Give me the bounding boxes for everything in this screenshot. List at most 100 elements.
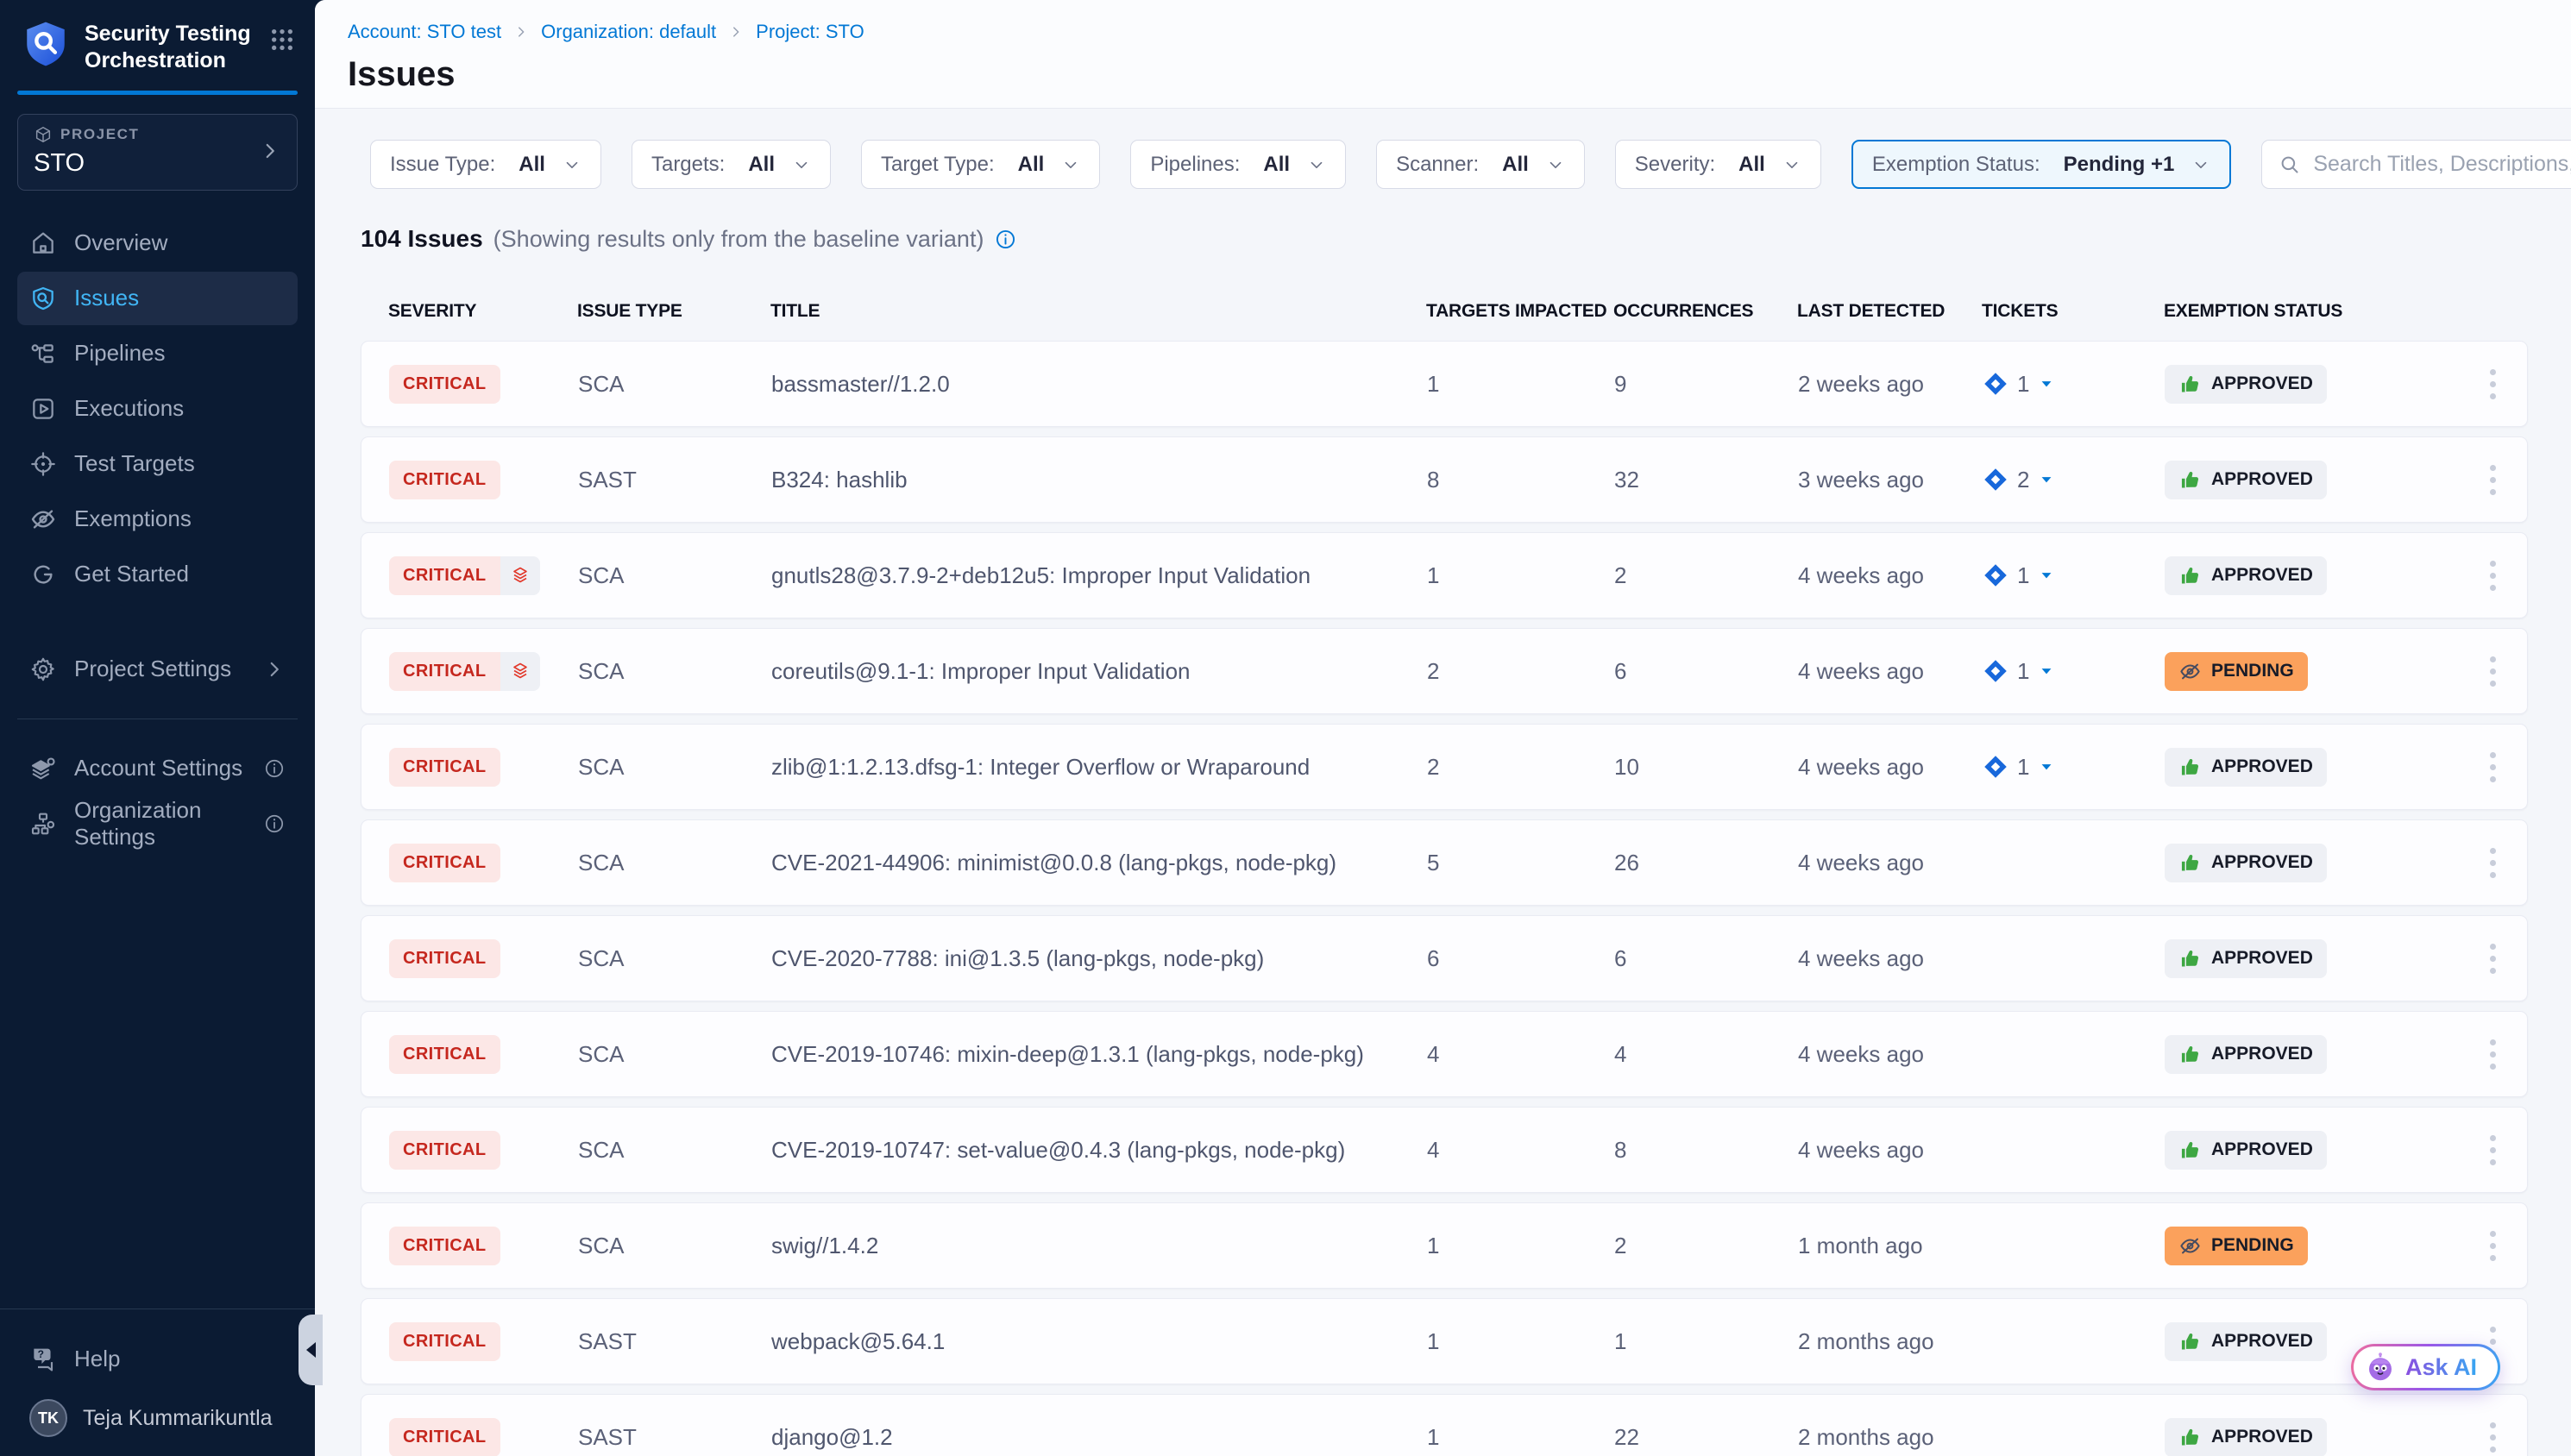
filter-exemption-status[interactable]: Exemption Status:Pending +1	[1851, 140, 2231, 189]
project-selector[interactable]: PROJECT STO	[17, 114, 298, 191]
severity-badge: CRITICAL	[389, 844, 500, 882]
severity-stack-icon	[500, 652, 540, 691]
issue-title[interactable]: CVE-2019-10746: mixin-deep@1.3.1 (lang-p…	[771, 1041, 1427, 1068]
table-row[interactable]: CRITICAL SAST webpack@5.64.1 1 1 2 month…	[361, 1298, 2528, 1384]
info-icon[interactable]	[994, 228, 1017, 251]
search-input[interactable]	[2313, 152, 2571, 177]
severity-label: CRITICAL	[389, 748, 500, 787]
org-icon	[29, 810, 57, 838]
issue-title[interactable]: django@1.2	[771, 1424, 1427, 1451]
module-grid-icon[interactable]	[268, 26, 296, 53]
ticket-caret-icon[interactable]	[2038, 662, 2055, 680]
table-row[interactable]: CRITICAL SCA gnutls28@3.7.9-2+deb12u5: I…	[361, 532, 2528, 618]
sidebar-item-overview[interactable]: Overview	[17, 217, 298, 270]
avatar: TK	[29, 1399, 67, 1437]
filter-value: All	[519, 153, 545, 177]
filter-severity[interactable]: Severity:All	[1615, 140, 1821, 189]
exemption-status-label: APPROVED	[2211, 1331, 2313, 1352]
exemption-status-label: APPROVED	[2211, 1044, 2313, 1064]
issue-title[interactable]: CVE-2020-7788: ini@1.3.5 (lang-pkgs, nod…	[771, 945, 1427, 972]
issue-type: SCA	[578, 1041, 771, 1068]
filter-pipelines[interactable]: Pipelines:All	[1130, 140, 1346, 189]
table-row[interactable]: CRITICAL SCA coreutils@9.1-1: Improper I…	[361, 628, 2528, 714]
row-menu-button[interactable]	[2483, 362, 2503, 406]
issue-title[interactable]: CVE-2021-44906: minimist@0.0.8 (lang-pkg…	[771, 850, 1427, 876]
severity-label: CRITICAL	[389, 1418, 500, 1456]
table-row[interactable]: CRITICAL SAST B324: hashlib 8 32 3 weeks…	[361, 436, 2528, 523]
sidebar-item-project-settings[interactable]: Project Settings	[17, 643, 298, 696]
breadcrumb-link[interactable]: Organization: default	[541, 21, 716, 43]
sidebar-item-test-targets[interactable]: Test Targets	[17, 437, 298, 491]
ask-ai-button[interactable]: Ask AI	[2351, 1344, 2500, 1390]
issue-title[interactable]: bassmaster//1.2.0	[771, 371, 1427, 398]
sidebar-item-exemptions[interactable]: Exemptions	[17, 493, 298, 546]
table-row[interactable]: CRITICAL SCA CVE-2019-10746: mixin-deep@…	[361, 1011, 2528, 1097]
row-menu-button[interactable]	[2483, 745, 2503, 789]
issue-title[interactable]: gnutls28@3.7.9-2+deb12u5: Improper Input…	[771, 562, 1427, 589]
row-menu-button[interactable]	[2483, 937, 2503, 981]
sidebar-item-executions[interactable]: Executions	[17, 382, 298, 436]
issue-title[interactable]: B324: hashlib	[771, 467, 1427, 493]
occurrences: 2	[1614, 1233, 1798, 1259]
table-row[interactable]: CRITICAL SCA zlib@1:1.2.13.dfsg-1: Integ…	[361, 724, 2528, 810]
table-row[interactable]: CRITICAL SCA CVE-2021-44906: minimist@0.…	[361, 819, 2528, 906]
sidebar-item-label: Get Started	[74, 561, 189, 587]
chevron-down-icon	[1782, 155, 1801, 174]
tickets-cell: 1	[1983, 371, 2165, 398]
filter-value: All	[748, 153, 775, 177]
filter-label: Pipelines:	[1150, 153, 1240, 177]
user-name: Teja Kummarikuntla	[83, 1406, 273, 1431]
ticket-caret-icon[interactable]	[2038, 375, 2055, 392]
sidebar-item-help[interactable]: ? Help	[17, 1332, 298, 1385]
table-row[interactable]: CRITICAL SCA CVE-2019-10747: set-value@0…	[361, 1107, 2528, 1193]
row-menu-button[interactable]	[2483, 1224, 2503, 1268]
breadcrumb-link[interactable]: Account: STO test	[348, 21, 501, 43]
issue-title[interactable]: coreutils@9.1-1: Improper Input Validati…	[771, 658, 1427, 685]
sidebar-item-label: Test Targets	[74, 450, 195, 477]
sidebar-item-issues[interactable]: Issues	[17, 272, 298, 325]
issue-title[interactable]: webpack@5.64.1	[771, 1328, 1427, 1355]
table-row[interactable]: CRITICAL SAST django@1.2 1 22 2 months a…	[361, 1394, 2528, 1456]
table-row[interactable]: CRITICAL SCA swig//1.4.2 1 2 1 month ago…	[361, 1202, 2528, 1289]
issues-summary: 104 Issues (Showing results only from th…	[361, 225, 2524, 253]
row-menu-button[interactable]	[2483, 650, 2503, 693]
sidebar-item-account-settings[interactable]: Account Settings	[17, 742, 298, 795]
search-box	[2261, 140, 2571, 189]
ticket-caret-icon[interactable]	[2038, 758, 2055, 775]
row-menu-button[interactable]	[2483, 458, 2503, 502]
issues-table: CRITICAL SCA bassmaster//1.2.0 1 9 2 wee…	[361, 341, 2528, 1456]
filter-targets[interactable]: Targets:All	[632, 140, 831, 189]
table-row[interactable]: CRITICAL SCA bassmaster//1.2.0 1 9 2 wee…	[361, 341, 2528, 427]
table-row[interactable]: CRITICAL SCA CVE-2020-7788: ini@1.3.5 (l…	[361, 915, 2528, 1001]
occurrences: 26	[1614, 850, 1798, 876]
filter-scanner[interactable]: Scanner:All	[1376, 140, 1585, 189]
column-header: ISSUE TYPE	[577, 301, 770, 322]
filter-target-type[interactable]: Target Type:All	[861, 140, 1100, 189]
sidebar-item-label: Exemptions	[74, 505, 192, 532]
chevron-down-icon	[1061, 155, 1080, 174]
row-menu-button[interactable]	[2483, 1032, 2503, 1076]
sidebar-item-organization-settings[interactable]: Organization Settings	[17, 797, 298, 850]
filter-label: Exemption Status:	[1872, 153, 2040, 177]
row-menu-button[interactable]	[2483, 841, 2503, 885]
issue-title[interactable]: CVE-2019-10747: set-value@0.4.3 (lang-pk…	[771, 1137, 1427, 1164]
sidebar-item-get-started[interactable]: Get Started	[17, 548, 298, 601]
filter-issue-type[interactable]: Issue Type:All	[370, 140, 601, 189]
occurrences: 9	[1614, 371, 1798, 398]
sidebar-item-pipelines[interactable]: Pipelines	[17, 327, 298, 380]
row-menu-button[interactable]	[2483, 1415, 2503, 1456]
ticket-caret-icon[interactable]	[2038, 471, 2055, 488]
row-menu-button[interactable]	[2483, 554, 2503, 598]
user-menu[interactable]: TK Teja Kummarikuntla	[17, 1399, 298, 1437]
issue-title[interactable]: zlib@1:1.2.13.dfsg-1: Integer Overflow o…	[771, 754, 1427, 781]
project-name: STO	[34, 149, 140, 178]
sidebar-collapse-handle[interactable]	[299, 1315, 323, 1385]
ticket-caret-icon[interactable]	[2038, 567, 2055, 584]
column-header: TICKETS	[1982, 301, 2164, 322]
jira-ticket-icon	[1983, 754, 2008, 780]
chevron-right-icon	[263, 658, 286, 681]
issue-title[interactable]: swig//1.4.2	[771, 1233, 1427, 1259]
issue-type: SCA	[578, 562, 771, 589]
row-menu-button[interactable]	[2483, 1128, 2503, 1172]
breadcrumb-link[interactable]: Project: STO	[756, 21, 864, 43]
